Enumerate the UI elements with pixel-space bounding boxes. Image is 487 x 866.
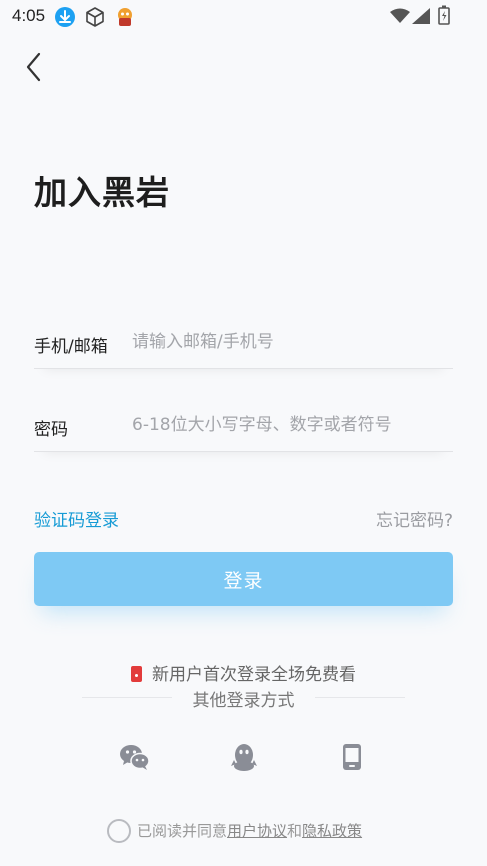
qq-icon[interactable] <box>227 740 261 774</box>
back-arrow-icon[interactable] <box>18 48 52 86</box>
phone-icon[interactable] <box>335 740 369 774</box>
battery-icon <box>438 5 450 25</box>
other-login-title: 其他登录方式 <box>192 691 295 711</box>
login-button[interactable]: 登录 <box>34 552 453 606</box>
account-field: 手机/邮箱 <box>34 322 453 369</box>
status-time: 4:05 <box>12 6 46 25</box>
agreement-and: 和 <box>287 822 303 840</box>
cube-icon <box>86 7 104 27</box>
password-field: 密码 <box>34 405 453 452</box>
user-agreement-link[interactable]: 用户协议 <box>227 822 287 840</box>
agreement-checkbox[interactable] <box>107 819 131 843</box>
wechat-icon[interactable] <box>118 740 152 774</box>
signal-icon <box>412 8 430 24</box>
agreement-row: 已阅读并同意用户协议和隐私政策 <box>107 819 362 843</box>
account-input[interactable] <box>132 326 447 358</box>
password-label: 密码 <box>34 420 68 440</box>
game-app-icon <box>118 8 132 26</box>
red-packet-icon <box>131 666 142 682</box>
forgot-password-link[interactable]: 忘记密码? <box>376 506 453 531</box>
sms-login-link[interactable]: 验证码登录 <box>34 506 119 531</box>
promo-text: 新用户首次登录全场免费看 <box>152 665 356 685</box>
account-label: 手机/邮箱 <box>34 337 108 357</box>
download-icon <box>55 7 75 27</box>
agreement-prefix: 已阅读并同意 <box>137 822 228 840</box>
wifi-icon <box>390 8 410 23</box>
page-title: 加入黑岩 <box>34 173 170 212</box>
status-bar: 4:05 <box>0 0 487 32</box>
privacy-policy-link[interactable]: 隐私政策 <box>302 822 362 840</box>
promo-banner: 新用户首次登录全场免费看 <box>0 660 487 685</box>
password-input[interactable] <box>132 409 447 441</box>
